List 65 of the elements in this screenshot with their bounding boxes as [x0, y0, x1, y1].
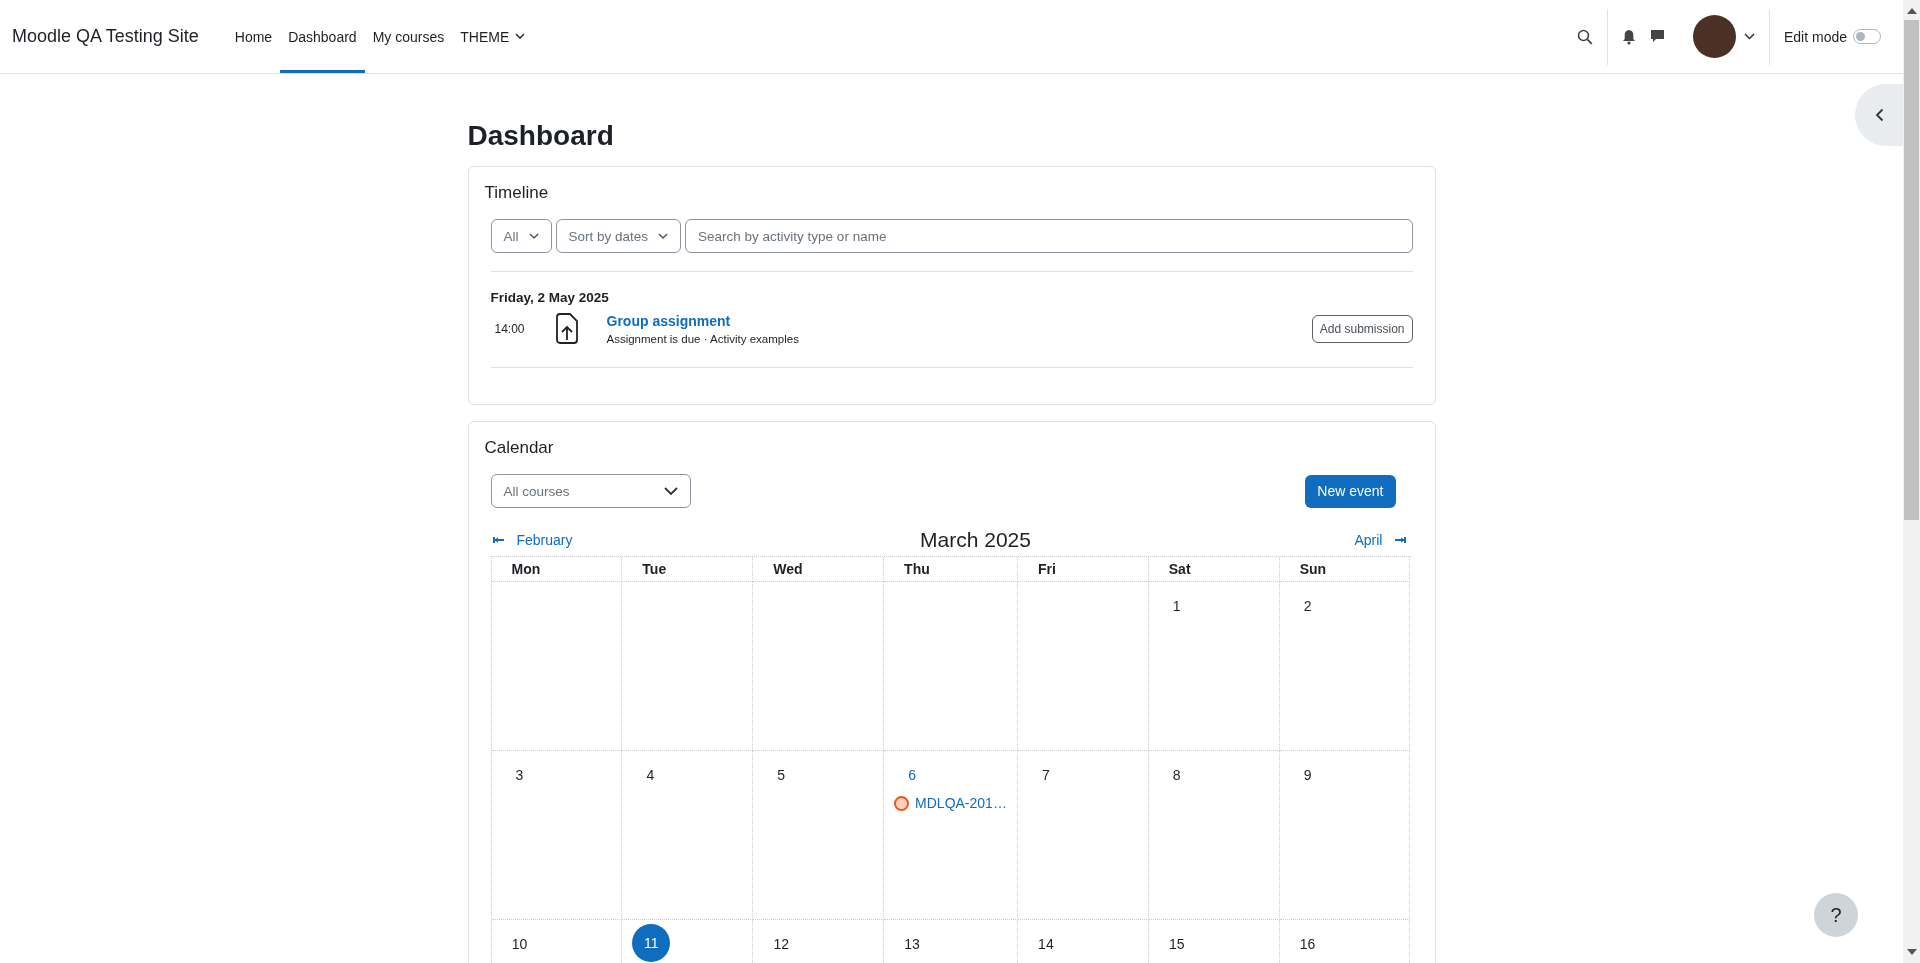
filter-dropdown[interactable]: All [490, 219, 552, 253]
chevron-left-icon [1874, 108, 1884, 122]
scroll-down-icon[interactable] [1906, 949, 1917, 955]
help-button[interactable]: ? [1814, 893, 1858, 937]
day-number: 11 [632, 924, 671, 962]
drawer-toggle-button[interactable] [1855, 84, 1903, 146]
day-number: 14 [1037, 935, 1055, 954]
search-icon[interactable] [1576, 28, 1593, 45]
weekday-header: Mon [491, 557, 623, 582]
weekday-header: Fri [1017, 557, 1149, 582]
day-number: 2 [1302, 597, 1313, 616]
nav-link[interactable]: Dashboard [280, 0, 365, 73]
arrow-left-icon [492, 536, 505, 544]
event-time: 14:00 [493, 322, 526, 336]
add-submission-button[interactable]: Add submission [1311, 315, 1413, 343]
event-details: Assignment is due · Activity examples [606, 333, 800, 345]
day-number: 15 [1167, 935, 1186, 954]
scroll-up-icon[interactable] [1906, 8, 1917, 14]
day-number: 3 [514, 766, 525, 785]
day-number: 9 [1302, 766, 1313, 785]
day-number: 12 [772, 935, 790, 954]
nav-menu[interactable]: THEME [452, 0, 534, 73]
page-title: Dashboard [467, 120, 615, 152]
caret-icon[interactable] [1743, 33, 1755, 40]
weekday-header: Wed [753, 557, 885, 582]
nav-link[interactable]: My courses [364, 0, 453, 73]
day-number: 1 [1171, 597, 1182, 616]
scrollbar[interactable] [1903, 0, 1920, 963]
nav-link[interactable]: Home [226, 0, 281, 73]
previous-month-link[interactable]: February [492, 532, 573, 548]
event-link[interactable]: MDLQA-201… [915, 795, 1007, 811]
day-number: 8 [1171, 766, 1182, 785]
month-title: March 2025 [920, 528, 1031, 552]
file-upload-icon [554, 313, 579, 345]
caret-icon [663, 486, 678, 496]
bell-icon[interactable] [1621, 28, 1636, 45]
scrollbar-thumb[interactable] [1904, 20, 1919, 520]
day-number: 10 [510, 935, 529, 954]
edit-mode-label: Edit mode [1783, 28, 1847, 45]
chat-icon[interactable] [1649, 29, 1665, 44]
sort-dropdown[interactable]: Sort by dates [555, 219, 682, 253]
day-number[interactable]: 6 [894, 763, 931, 787]
search-field[interactable]: Search by activity type or name [685, 219, 1413, 253]
weekday-header: Tue [622, 557, 754, 582]
day-number: 16 [1298, 935, 1317, 954]
caret-icon [515, 33, 526, 40]
avatar[interactable] [1692, 15, 1736, 58]
weekday-header: Thu [884, 557, 1018, 582]
new-event-button[interactable]: New event [1305, 474, 1396, 508]
weekday-header: Sun [1279, 557, 1411, 582]
day-number: 7 [1041, 766, 1051, 785]
caret-icon [528, 232, 539, 240]
arrow-right-icon [1394, 536, 1407, 544]
weekday-header: Sat [1148, 557, 1280, 582]
card-title: Timeline [484, 183, 550, 203]
site-name[interactable]: Moodle QA Testing Site [12, 26, 199, 47]
date-heading: Friday, 2 May 2025 [490, 290, 610, 305]
day-number: 4 [645, 766, 656, 785]
caret-icon [658, 232, 669, 240]
event-link[interactable]: Group assignment [606, 313, 1312, 329]
card-title: Calendar [484, 438, 555, 458]
day-number: 13 [903, 935, 921, 954]
next-month-link[interactable]: April [1354, 532, 1407, 548]
day-number: 5 [776, 766, 787, 785]
course-dropdown[interactable]: All courses [490, 474, 691, 508]
